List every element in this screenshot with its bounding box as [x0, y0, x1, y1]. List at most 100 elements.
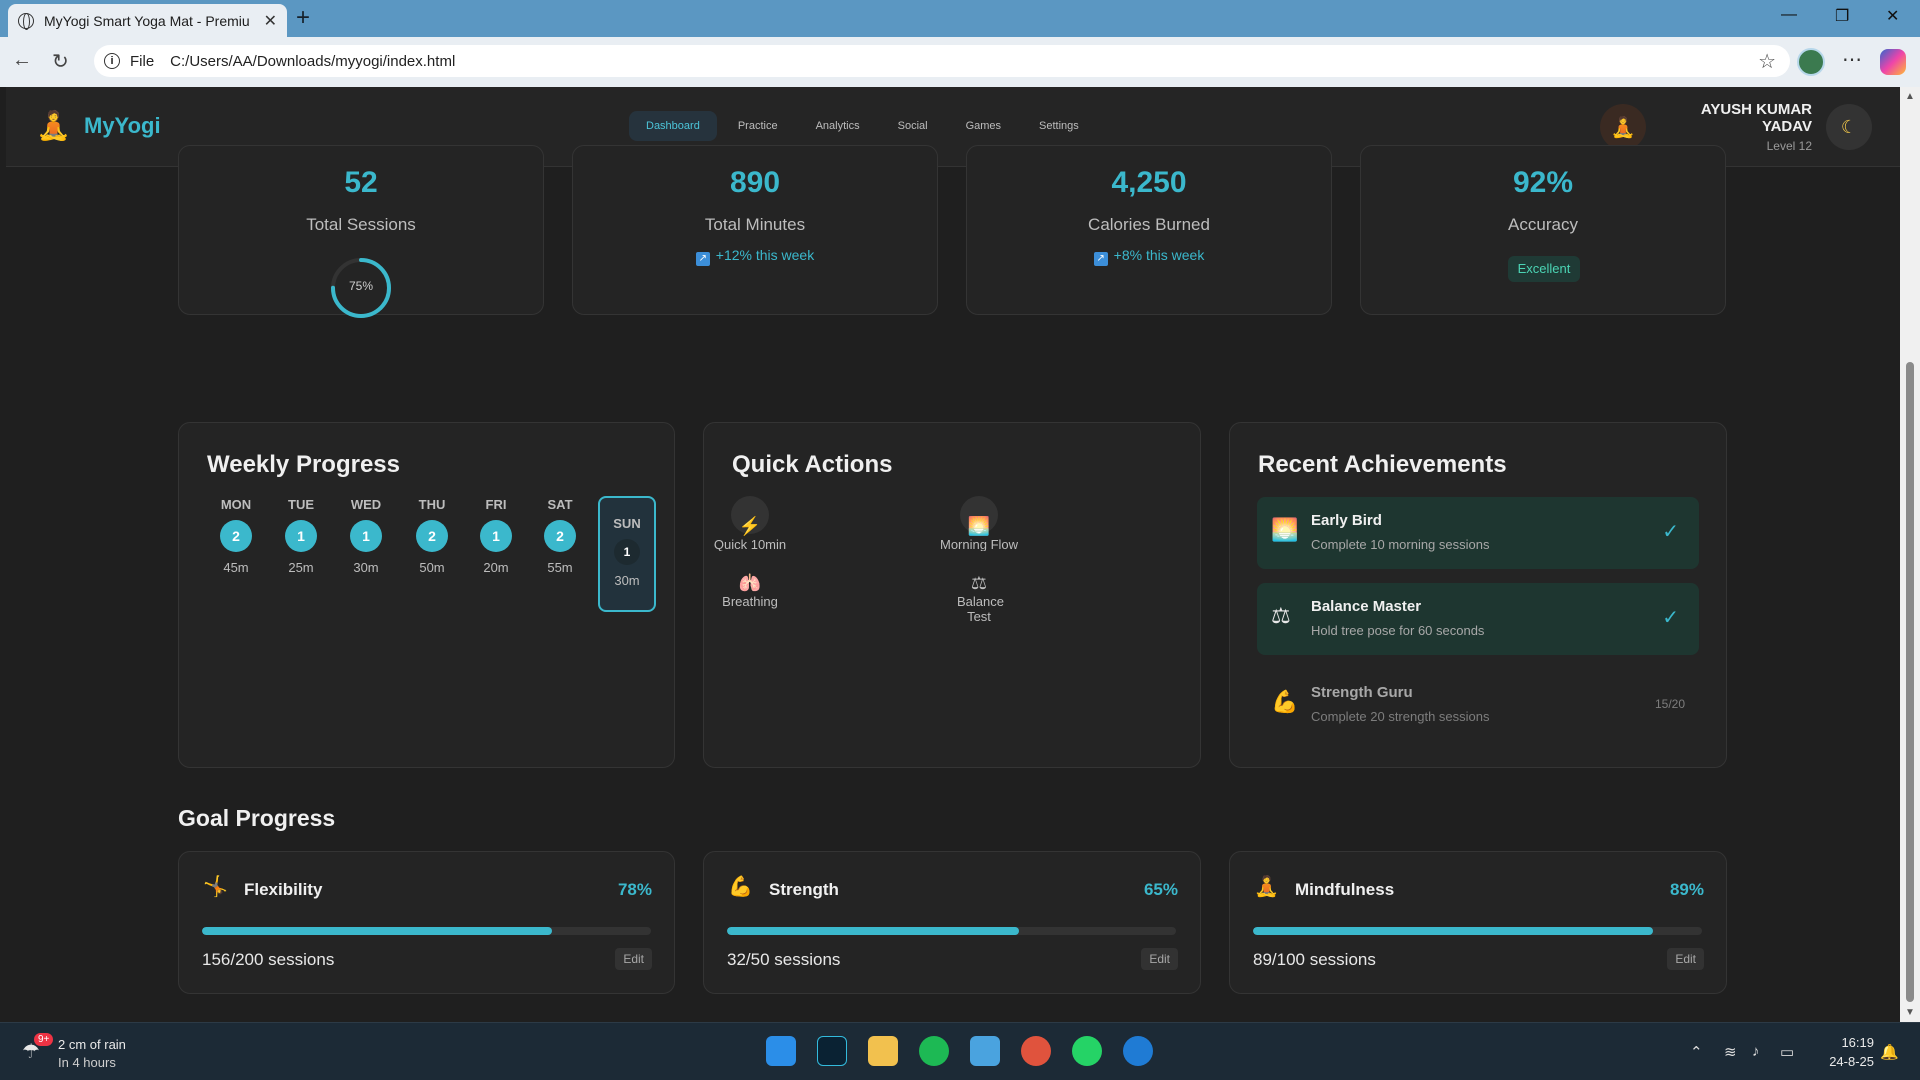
windows-taskbar: ☂ 9+ 2 cm of rain In 4 hours ⌃ ≋ ♪ ▭ 16:…: [0, 1022, 1920, 1080]
achievement-balance-master[interactable]: ⚖ Balance Master Hold tree pose for 60 s…: [1257, 583, 1699, 655]
action-label: Breathing: [722, 594, 778, 609]
browser-tab[interactable]: MyYogi Smart Yoga Mat - Premiu ✕: [8, 4, 287, 37]
quick-10min-button[interactable]: ⚡ Quick 10min: [710, 496, 790, 551]
goal-name: Strength: [769, 880, 839, 899]
tab-title: MyYogi Smart Yoga Mat - Premiu: [44, 12, 250, 29]
day-sun-today[interactable]: SUN 1 30m: [598, 496, 656, 612]
url-text[interactable]: C:/Users/AA/Downloads/myyogi/index.html: [170, 53, 455, 70]
copilot-icon[interactable]: [1880, 49, 1906, 75]
balance-test-button[interactable]: ⚖ Balance Test: [939, 573, 1019, 624]
scrollbar-thumb[interactable]: [1906, 362, 1914, 1002]
stat-label: Accuracy: [1508, 215, 1578, 234]
goal-sessions: 156/200 sessions: [202, 950, 335, 969]
day-tue[interactable]: TUE 1 25m: [273, 497, 329, 575]
day-minutes: 30m: [353, 560, 379, 575]
day-name: SAT: [547, 497, 573, 512]
flexed-bicep-icon: 💪: [728, 876, 753, 898]
more-menu-icon[interactable]: ⋯: [1842, 47, 1862, 72]
day-name: TUE: [288, 497, 314, 512]
moon-theme-toggle-icon[interactable]: ☾: [1826, 104, 1872, 150]
day-name: MON: [220, 497, 252, 512]
edit-goal-button[interactable]: Edit: [615, 948, 652, 970]
section-title: Goal Progress: [178, 805, 336, 831]
checkmark-icon: ✓: [1662, 607, 1679, 629]
battery-icon[interactable]: ▭: [1780, 1043, 1794, 1061]
notification-bell-icon[interactable]: 🔔: [1880, 1043, 1899, 1061]
stretching-person-icon: 🤸: [203, 876, 228, 898]
achievement-strength-guru[interactable]: 💪 Strength Guru Complete 20 strength ses…: [1257, 669, 1699, 741]
wifi-icon[interactable]: ≋: [1724, 1043, 1737, 1061]
user-avatar[interactable]: 🧘: [1600, 104, 1646, 150]
app-logo[interactable]: MyYogi: [84, 113, 161, 139]
chrome-icon[interactable]: [1021, 1036, 1051, 1066]
session-count: 1: [285, 520, 317, 552]
breathing-button[interactable]: 🫁 Breathing: [710, 573, 790, 609]
page-scrollbar[interactable]: ▲ ▼: [1900, 87, 1920, 1022]
achievement-desc: Complete 10 morning sessions: [1311, 537, 1490, 552]
address-bar[interactable]: i File C:/Users/AA/Downloads/myyogi/inde…: [94, 45, 1790, 77]
stat-label: Total Minutes: [704, 215, 806, 234]
goal-progress-fill: [202, 927, 553, 935]
nav-analytics[interactable]: Analytics: [799, 111, 877, 141]
stat-value: 4,250: [1111, 166, 1187, 199]
nav-social[interactable]: Social: [881, 111, 945, 141]
day-wed[interactable]: WED 1 30m: [338, 497, 394, 575]
new-tab-icon[interactable]: +: [296, 4, 310, 32]
scroll-down-icon[interactable]: ▼: [1905, 1007, 1915, 1018]
day-thu[interactable]: THU 2 50m: [404, 497, 460, 575]
file-explorer-icon[interactable]: [868, 1036, 898, 1066]
day-name: THU: [418, 497, 446, 512]
nav-practice[interactable]: Practice: [721, 111, 795, 141]
photos-icon[interactable]: [970, 1036, 1000, 1066]
favorite-star-icon[interactable]: ☆: [1758, 49, 1776, 74]
stat-trend-text: +12% this week: [715, 247, 815, 263]
edge-icon[interactable]: [1123, 1036, 1153, 1066]
close-tab-icon[interactable]: ✕: [264, 11, 277, 31]
clock-time: 16:19: [1841, 1035, 1874, 1050]
trend-up-icon: ↗: [1093, 252, 1108, 266]
sunrise-icon: 🌅: [1271, 517, 1299, 542]
windows-start-icon[interactable]: [766, 1036, 796, 1066]
goal-progress-fill: [727, 927, 1019, 935]
weather-text[interactable]: 2 cm of rain: [58, 1037, 126, 1052]
session-count: 1: [614, 539, 640, 565]
goal-percent: 89%: [1669, 880, 1704, 899]
stat-card-accuracy: 92% Accuracy Excellent: [1360, 145, 1726, 315]
scales-icon: ⚖: [1271, 603, 1291, 628]
goal-sessions: 89/100 sessions: [1253, 950, 1376, 969]
scroll-up-icon[interactable]: ▲: [1905, 91, 1915, 102]
info-icon[interactable]: i: [104, 53, 120, 69]
app-icon[interactable]: [817, 1036, 847, 1066]
day-sat[interactable]: SAT 2 55m: [532, 497, 588, 575]
spotify-icon[interactable]: [919, 1036, 949, 1066]
back-icon[interactable]: ←: [12, 49, 32, 72]
system-clock[interactable]: 16:19 24-8-25: [1820, 1035, 1874, 1069]
speaker-icon[interactable]: ♪: [1752, 1043, 1760, 1060]
restore-icon[interactable]: ❐: [1835, 6, 1849, 26]
reload-icon[interactable]: ↻: [52, 49, 69, 74]
trend-up-icon: ↗: [695, 252, 710, 266]
meditation-logo-icon: 🧘: [36, 110, 71, 141]
day-fri[interactable]: FRI 1 20m: [468, 497, 524, 575]
whatsapp-icon[interactable]: [1072, 1036, 1102, 1066]
achievement-desc: Hold tree pose for 60 seconds: [1311, 623, 1485, 638]
achievement-early-bird[interactable]: 🌅 Early Bird Complete 10 morning session…: [1257, 497, 1699, 569]
close-window-icon[interactable]: ✕: [1886, 6, 1899, 26]
stat-label: Total Sessions: [306, 215, 416, 234]
edit-goal-button[interactable]: Edit: [1141, 948, 1178, 970]
nav-games[interactable]: Games: [949, 111, 1018, 141]
morning-flow-button[interactable]: 🌅 Morning Flow: [939, 496, 1019, 551]
nav-settings[interactable]: Settings: [1022, 111, 1096, 141]
profile-avatar[interactable]: [1797, 48, 1825, 76]
minimize-icon[interactable]: —: [1781, 6, 1797, 24]
weather-subtext: In 4 hours: [58, 1055, 116, 1070]
achievement-progress: 15/20: [1654, 697, 1685, 711]
nav-dashboard[interactable]: Dashboard: [629, 111, 717, 141]
file-label: File: [130, 52, 155, 70]
chevron-up-icon[interactable]: ⌃: [1690, 1043, 1703, 1061]
day-mon[interactable]: MON 2 45m: [208, 497, 264, 575]
edit-goal-button[interactable]: Edit: [1667, 948, 1704, 970]
goal-progress-bar: [1253, 927, 1702, 935]
day-minutes: 55m: [547, 560, 573, 575]
lungs-icon: 🫁: [738, 573, 762, 593]
